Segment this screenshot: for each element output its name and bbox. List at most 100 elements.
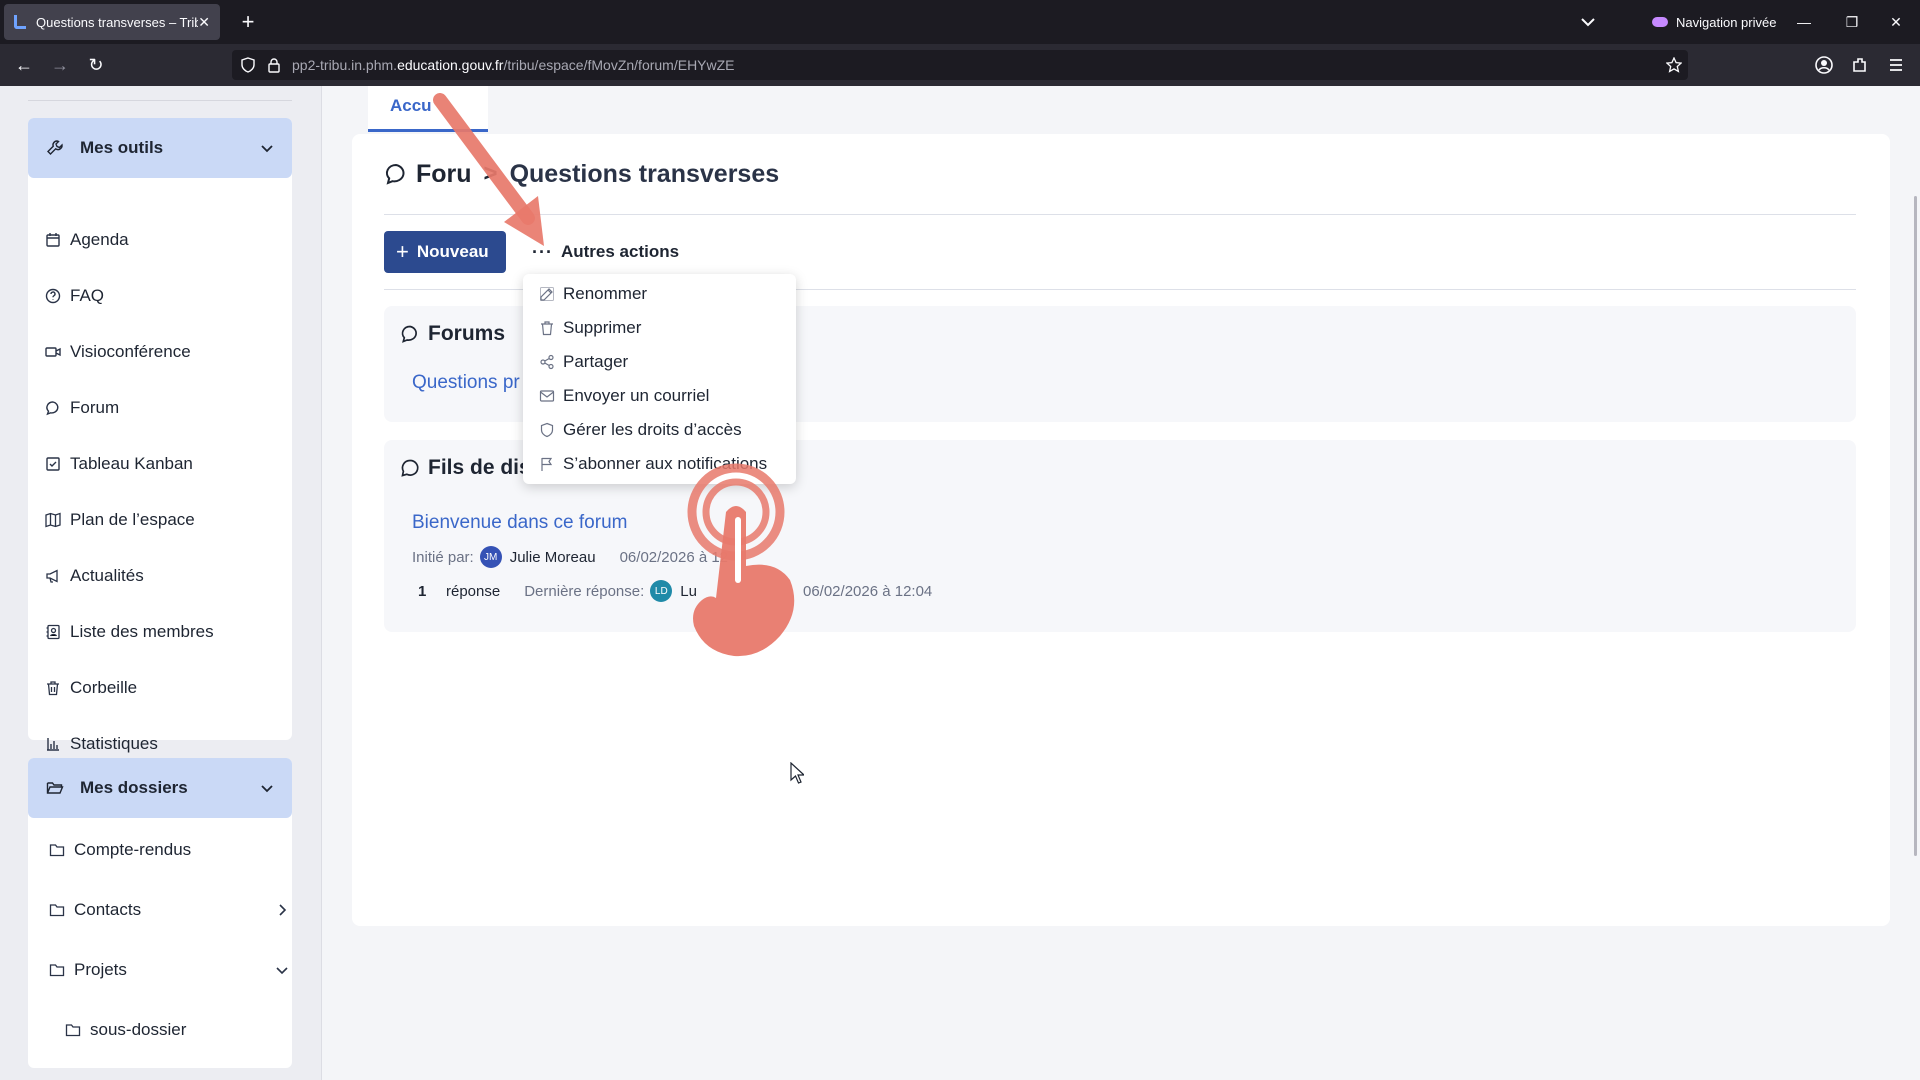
lock-icon[interactable] [266, 57, 282, 73]
url-text[interactable]: pp2-tribu.in.phm.education.gouv.fr/tribu… [292, 57, 735, 73]
private-browsing-label: Navigation privée [1676, 14, 1777, 30]
threads-title-label: Fils de dis [428, 456, 531, 479]
sidebar-item-label: FAQ [70, 286, 105, 305]
sidebar-item-forum[interactable]: Forum [45, 396, 119, 420]
sidebar-item-label: Agenda [70, 230, 129, 249]
calendar-icon [46, 233, 60, 247]
browser-tab[interactable]: Questions transverses – Tribu ✕ [4, 4, 220, 40]
edit-icon [540, 287, 554, 301]
tools-panel-title: Mes outils [80, 138, 164, 157]
folder-item-projets[interactable]: Projets [49, 958, 288, 982]
menu-hamburger-icon[interactable] [1886, 55, 1906, 75]
close-tab-icon[interactable]: ✕ [198, 14, 210, 31]
initiated-name[interactable]: Julie Moreau [510, 549, 596, 566]
folder-item-sous-dossier[interactable]: sous-dossier [65, 1018, 186, 1042]
folder-item-label: Compte-rendus [74, 840, 192, 859]
last-reply-date: 06/02/2026 à 12:04 [802, 582, 933, 600]
menu-item-access-rights[interactable]: Gérer les droits d’accès [539, 418, 742, 442]
share-icon [540, 354, 554, 370]
chevron-down-icon[interactable] [258, 779, 276, 797]
scrollbar[interactable] [1914, 196, 1917, 856]
menu-item-label: Envoyer un courriel [563, 386, 710, 405]
wrench-icon [47, 140, 63, 155]
folder-icon [49, 964, 65, 977]
bar-chart-icon [47, 738, 59, 751]
sidebar-item-actualites[interactable]: Actualités [45, 564, 144, 588]
help-circle-icon [45, 288, 61, 304]
trash-icon [47, 681, 59, 696]
threads-title: Fils de dis [400, 454, 531, 482]
shield-icon[interactable] [240, 57, 256, 73]
avatar: JM [479, 546, 502, 568]
menu-item-label: Partager [563, 352, 629, 371]
reply-label: réponse [446, 582, 501, 600]
address-bar[interactable]: pp2-tribu.in.phm.education.gouv.fr/tribu… [232, 50, 1688, 80]
extensions-icon[interactable] [1850, 55, 1870, 75]
sidebar-item-kanban[interactable]: Tableau Kanban [45, 452, 193, 476]
sidebar-item-label: Actualités [70, 566, 144, 585]
sidebar-item-plan[interactable]: Plan de l’espace [45, 508, 195, 532]
folder-item-contacts[interactable]: Contacts [49, 898, 287, 922]
contacts-icon [46, 624, 60, 640]
sidebar-item-agenda[interactable]: Agenda [45, 228, 129, 252]
sidebar-item-label: Tableau Kanban [70, 454, 193, 473]
private-browsing-indicator: Navigation privée [1652, 12, 1776, 32]
divider [384, 214, 1856, 215]
more-actions-label: Autres actions [560, 242, 680, 261]
thread-link[interactable]: Bienvenue dans ce forum [412, 512, 627, 534]
chevron-down-icon[interactable] [1576, 10, 1600, 34]
menu-item-label: Gérer les droits d’accès [563, 420, 742, 439]
sidebar-item-label: Statistiques [70, 734, 158, 753]
reply-count: 1 [418, 582, 427, 600]
map-icon [45, 512, 61, 528]
minimize-button[interactable]: — [1790, 8, 1818, 36]
initiated-label: Initié par: [412, 548, 474, 566]
account-icon[interactable] [1814, 55, 1834, 75]
shield-icon [540, 422, 554, 438]
folder-item-label: Projets [74, 960, 127, 979]
bookmark-star-icon[interactable] [1666, 57, 1682, 73]
close-window-button[interactable]: ✕ [1882, 8, 1910, 36]
sidebar-item-corbeille[interactable]: Corbeille [45, 676, 137, 700]
reload-icon[interactable]: ↻ [82, 51, 110, 79]
chevron-down-icon[interactable] [273, 961, 291, 979]
megaphone-icon [46, 569, 58, 583]
menu-item-delete[interactable]: Supprimer [539, 316, 641, 340]
tools-panel-header[interactable]: Mes outils [28, 118, 292, 178]
forum-link[interactable]: Questions pr [412, 372, 520, 394]
avatar: LD [650, 580, 673, 602]
flag-icon [541, 457, 553, 471]
menu-item-rename[interactable]: Renommer [539, 282, 647, 306]
menu-item-email[interactable]: Envoyer un courriel [539, 384, 709, 408]
chat-icon [401, 325, 417, 343]
sidebar-item-stats[interactable]: Statistiques [45, 732, 158, 756]
menu-item-share[interactable]: Partager [539, 350, 628, 374]
folders-panel-title: Mes dossiers [80, 778, 188, 797]
sidebar-item-faq[interactable]: FAQ [45, 284, 104, 308]
sidebar: Mes outils Agenda FAQ Visioconférence Fo… [0, 86, 322, 1080]
tribu-favicon-icon [14, 15, 26, 29]
sidebar-divider [28, 100, 292, 101]
chevron-down-icon[interactable] [258, 139, 276, 157]
folder-item-compte-rendus[interactable]: Compte-rendus [49, 838, 191, 862]
sidebar-item-visio[interactable]: Visioconférence [45, 340, 191, 364]
annotation-arrow-icon [433, 93, 544, 246]
folder-icon [49, 844, 65, 857]
private-mask-icon [1652, 17, 1668, 27]
chat-icon [385, 163, 405, 185]
folders-panel-header[interactable]: Mes dossiers [28, 758, 292, 818]
back-arrow-icon[interactable]: ← [10, 51, 38, 79]
restore-button[interactable]: ❐ [1838, 8, 1866, 36]
chevron-right-icon[interactable] [273, 901, 291, 919]
new-tab-button[interactable]: + [234, 8, 262, 36]
checkbox-icon [46, 457, 60, 471]
speech-bubble-icon [401, 459, 419, 477]
last-reply-label: Dernière réponse: [524, 582, 645, 600]
forward-arrow-icon[interactable]: → [46, 51, 74, 79]
more-actions-menu: Renommer Supprimer Partager Envoyer un c… [523, 274, 796, 484]
sidebar-item-label: Visioconférence [70, 342, 191, 361]
folders-panel: Mes dossiers Compte-rendus Contacts Proj… [28, 758, 292, 1068]
browser-nav-bar: ← → ↻ pp2-tribu.in.phm.education.gouv.fr… [0, 44, 1920, 86]
sidebar-item-membres[interactable]: Liste des membres [45, 620, 214, 644]
browser-tab-title: Questions transverses – Tribu [36, 14, 199, 30]
